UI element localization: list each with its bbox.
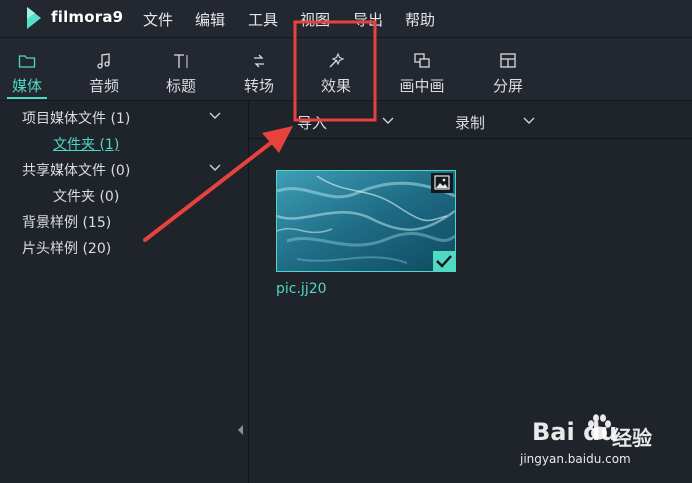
- import-dropdown[interactable]: 导入: [297, 112, 327, 133]
- tab-audio[interactable]: 音频: [74, 38, 134, 100]
- chevron-down-icon[interactable]: [382, 117, 394, 125]
- module-toolbar: 媒体 音频 标题 转场 效果 画中画 分屏: [0, 38, 692, 101]
- tab-audio-label: 音频: [88, 77, 119, 95]
- watermark-suffix: 经验: [612, 426, 652, 450]
- tree-background-samples[interactable]: 背景样例 (15): [22, 212, 111, 232]
- tab-media-label: 媒体: [11, 77, 42, 95]
- transition-icon: [254, 54, 264, 68]
- image-type-badge: [431, 173, 453, 193]
- media-library-sidebar: 项目媒体文件 (1) 文件夹 (1) 共享媒体文件 (0) 文件夹 (0) 背景…: [0, 101, 249, 483]
- collapse-arrow-icon[interactable]: [238, 425, 244, 435]
- tab-split-screen[interactable]: 分屏: [478, 38, 538, 100]
- tree-project-folder[interactable]: 文件夹 (1): [53, 134, 119, 154]
- tree-intro-samples[interactable]: 片头样例 (20): [22, 238, 111, 258]
- tab-media[interactable]: 媒体: [0, 38, 57, 100]
- menu-edit[interactable]: 编辑: [195, 9, 225, 30]
- app-name: filmora9: [51, 8, 124, 26]
- filmora-logo-icon: [27, 7, 41, 29]
- menu-view[interactable]: 视图: [300, 9, 330, 30]
- music-note-icon: [97, 53, 110, 69]
- menu-bar: filmora9 文件 编辑 工具 视图 导出 帮助: [0, 0, 692, 38]
- tab-transitions[interactable]: 转场: [229, 38, 289, 100]
- added-check-badge: [433, 251, 455, 271]
- tab-titles[interactable]: 标题: [151, 38, 211, 100]
- tab-pip[interactable]: 画中画: [392, 38, 452, 100]
- tree-shared-media[interactable]: 共享媒体文件 (0): [22, 160, 130, 180]
- menu-tools[interactable]: 工具: [248, 9, 278, 30]
- tab-pip-label: 画中画: [399, 77, 445, 95]
- media-filename: pic.jj20: [276, 281, 327, 297]
- folder-icon: [18, 55, 36, 68]
- tab-transitions-label: 转场: [243, 77, 274, 95]
- checkmark-icon: [436, 255, 452, 268]
- effects-icon: [329, 52, 345, 68]
- tree-project-media[interactable]: 项目媒体文件 (1): [22, 108, 130, 128]
- tab-titles-label: 标题: [165, 77, 196, 95]
- text-title-icon: [174, 54, 188, 68]
- pip-icon: [414, 53, 430, 68]
- menu-help[interactable]: 帮助: [405, 9, 435, 30]
- tab-split-screen-label: 分屏: [492, 77, 523, 95]
- chevron-down-icon[interactable]: [209, 164, 221, 172]
- record-dropdown[interactable]: 录制: [455, 112, 485, 133]
- media-thumbnail[interactable]: [276, 170, 456, 272]
- chevron-down-icon[interactable]: [209, 112, 221, 120]
- media-subbar: 导入 录制: [249, 101, 692, 139]
- tree-shared-folder[interactable]: 文件夹 (0): [53, 186, 119, 206]
- watermark-brand: Bai du: [532, 418, 618, 446]
- menu-file[interactable]: 文件: [143, 9, 173, 30]
- chevron-down-icon[interactable]: [523, 117, 535, 125]
- active-tab-indicator: [7, 97, 47, 99]
- tab-effects[interactable]: 效果: [306, 38, 366, 100]
- split-screen-icon: [500, 53, 516, 68]
- ocean-image-thumbnail: [277, 171, 455, 271]
- watermark-url: jingyan.baidu.com: [520, 452, 631, 466]
- menu-export[interactable]: 导出: [353, 9, 383, 30]
- tab-effects-label: 效果: [320, 77, 351, 95]
- image-icon: [434, 175, 450, 190]
